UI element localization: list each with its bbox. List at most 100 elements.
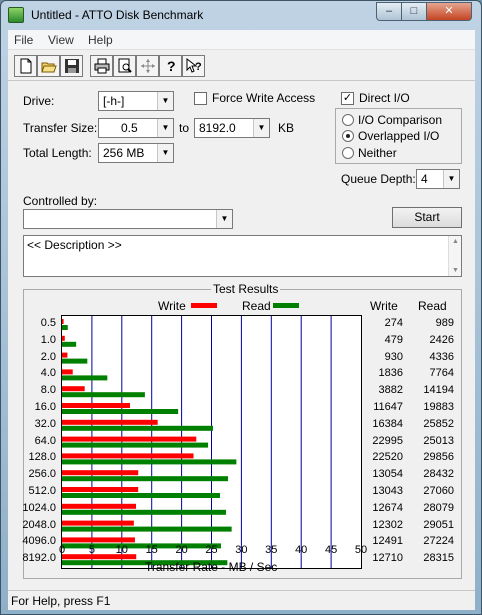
y-tick-label: 512.0 [28,485,56,497]
atto-app-icon [8,7,24,23]
menu-bar: File View Help [8,30,475,50]
overlapped-io-radio[interactable] [342,130,354,142]
force-write-checkbox[interactable] [194,92,207,105]
total-length-select[interactable]: 256 MB ▼ [98,143,174,163]
write-value: 12302 [372,518,403,531]
write-column-header: Write [370,299,398,313]
test-results-title: Test Results [211,282,281,296]
description-scrollbar[interactable]: ▲ ▼ [448,236,461,276]
move-icon[interactable] [136,55,159,77]
status-bar: For Help, press F1 [8,590,475,610]
read-bar [62,442,209,448]
y-tick-label: 256.0 [28,468,56,481]
new-icon[interactable] [14,55,37,77]
title-bar[interactable]: Untitled - ATTO Disk Benchmark – □ ✕ [1,1,481,29]
queue-depth-label: Queue Depth: [341,172,416,186]
write-bar [62,352,68,358]
menu-file[interactable]: File [14,33,33,47]
write-value: 22995 [372,434,403,447]
y-tick-label: 128.0 [28,451,56,464]
drive-select[interactable]: [-h-] ▼ [98,91,174,111]
write-bar [62,369,73,375]
write-value: 16384 [372,417,403,430]
write-value: 930 [384,350,403,363]
write-value: 12674 [372,501,403,514]
read-value: 19883 [423,401,454,413]
transfer-size-to-select[interactable]: 8192.0 ▼ [194,118,270,138]
y-tick-label: 8192.0 [22,552,56,565]
print-preview-icon[interactable] [113,55,136,77]
x-tick-label: 30 [235,544,248,556]
read-value: 28079 [423,501,454,514]
svg-text:?: ? [195,61,202,73]
transfer-size-from-select[interactable]: 0.5 ▼ [98,118,174,138]
context-help-icon[interactable]: ? [182,55,205,77]
client-area: File View Help ? ? Drive: [-h-] ▼ Force … [8,30,475,610]
write-value: 274 [384,317,403,329]
neither-radio[interactable] [342,147,354,159]
x-tick-label: 35 [265,544,278,556]
y-tick-label: 0.5 [40,317,56,329]
maximize-button[interactable]: □ [401,2,427,21]
write-value: 1836 [378,367,403,380]
x-tick-label: 40 [295,544,308,556]
write-value: 479 [384,333,403,346]
read-bar [62,375,108,381]
controlled-by-select[interactable]: ▼ [23,209,233,229]
y-tick-label: 8.0 [40,384,56,397]
read-bar [62,341,77,347]
write-bar [62,503,137,509]
minimize-button[interactable]: – [376,2,402,21]
toolbar: ? ? [8,51,475,81]
help-icon[interactable]: ? [159,55,182,77]
chevron-down-icon: ▼ [443,170,459,188]
app-window: Untitled - ATTO Disk Benchmark – □ ✕ Fil… [0,0,482,615]
chevron-down-icon: ▼ [216,210,232,228]
read-value: 27224 [423,535,454,548]
write-value: 12491 [372,535,403,548]
print-icon[interactable] [90,55,113,77]
read-value: 28432 [423,468,454,481]
direct-io-checkbox[interactable]: ✓ [341,92,354,105]
write-value: 13043 [372,485,403,497]
chart-svg [62,316,332,568]
start-button[interactable]: Start [392,207,462,228]
y-tick-label: 32.0 [34,417,56,430]
direct-io-label: Direct I/O [359,91,410,105]
controlled-by-label: Controlled by: [23,194,98,208]
open-icon[interactable] [37,55,60,77]
scroll-down-icon: ▼ [452,267,459,274]
description-textarea[interactable]: << Description >> ▲ ▼ [23,235,462,277]
read-bar [62,509,226,515]
legend-write-label: Write [158,299,186,313]
overlapped-io-label: Overlapped I/O [358,129,440,143]
drive-label: Drive: [23,94,55,108]
read-value: 14194 [423,384,454,397]
read-value: 25852 [423,417,454,430]
read-bar [62,325,68,330]
write-bar [62,470,139,476]
write-bar [62,537,135,543]
status-text: For Help, press F1 [11,594,111,608]
menu-view[interactable]: View [48,33,74,47]
read-value: 28315 [423,552,454,565]
io-comparison-radio[interactable] [342,114,354,126]
y-tick-label: 2048.0 [22,518,56,531]
read-bar [62,476,229,482]
read-value: 2426 [429,333,454,346]
legend-read-swatch [273,303,299,308]
x-tick-label: 25 [205,544,218,556]
save-icon[interactable] [60,55,83,77]
close-button[interactable]: ✕ [426,2,472,21]
write-bar [62,335,65,341]
read-value: 989 [435,317,454,329]
read-bar [62,358,88,364]
menu-help[interactable]: Help [88,33,113,47]
queue-depth-select[interactable]: 4 ▼ [416,169,460,189]
read-bar [62,459,237,465]
y-tick-label: 16.0 [34,401,56,413]
window-title: Untitled - ATTO Disk Benchmark [31,8,204,22]
scroll-up-icon: ▲ [452,238,459,245]
read-bar [62,493,221,498]
x-tick-label: 45 [324,544,338,556]
